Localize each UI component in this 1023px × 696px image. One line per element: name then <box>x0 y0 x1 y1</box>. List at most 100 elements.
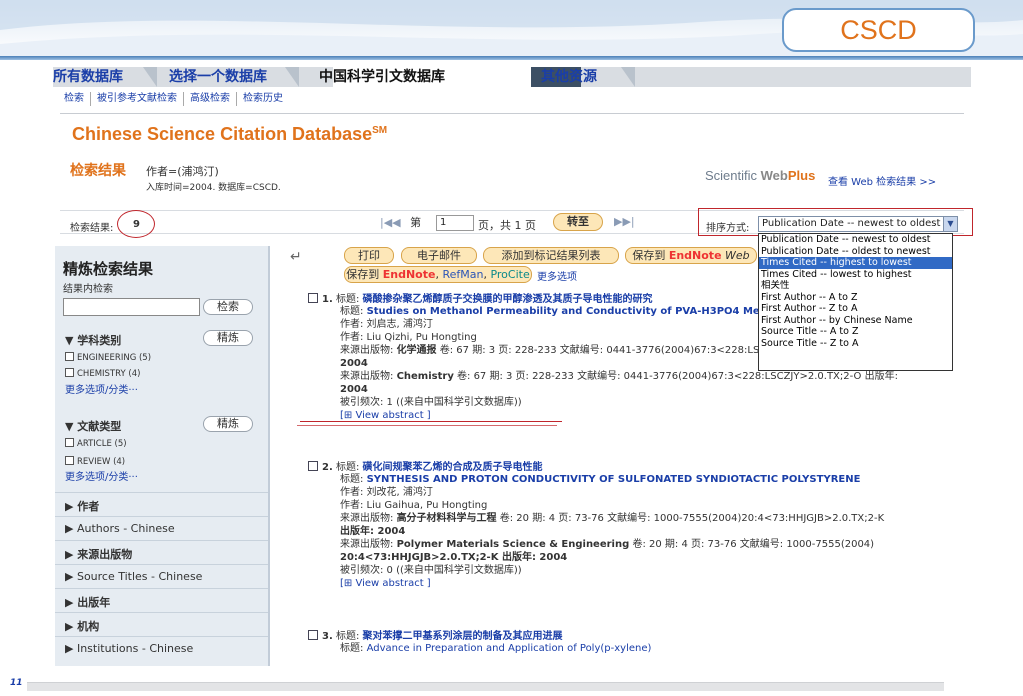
email-button[interactable]: 电子邮件 <box>401 247 477 264</box>
record-year: 出版年: 2004 <box>340 526 406 537</box>
checkbox-icon[interactable] <box>65 438 74 447</box>
first-page-icon[interactable]: |◀◀ <box>380 216 401 229</box>
tab-other-resources[interactable]: 其他资源 <box>541 67 597 87</box>
nav-separator <box>621 67 635 87</box>
nav-separator <box>285 67 299 87</box>
record-title-en[interactable]: SYNTHESIS AND PROTON CONDUCTIVITY OF SUL… <box>367 474 861 485</box>
record-checkbox[interactable] <box>308 293 318 303</box>
sidebar-item-source-titles-chinese[interactable]: ▶ Source Titles - Chinese <box>55 564 268 588</box>
sort-option[interactable]: First Author -- by Chinese Name <box>759 315 952 327</box>
checkbox-icon[interactable] <box>65 352 74 361</box>
add-to-marked-list-button[interactable]: 添加到标记结果列表 <box>483 247 619 264</box>
sort-annotation-box <box>698 208 973 236</box>
go-to-page-button[interactable]: 转至 <box>553 213 603 231</box>
results-count-label: 检索结果: <box>70 223 114 234</box>
record-authors-cn: 作者: 刘改花, 浦鸿汀 <box>340 487 433 498</box>
record-title-en[interactable]: Advance in Preparation and Application o… <box>367 643 652 654</box>
search-within-label: 结果内检索 <box>63 284 113 295</box>
sidebar-item-authors-chinese[interactable]: ▶ Authors - Chinese <box>55 516 268 540</box>
sort-option[interactable]: 相关性 <box>759 280 952 292</box>
document-type-heading[interactable]: ▼ 文献类型 <box>65 418 121 434</box>
slide-page-number: 11 <box>10 678 23 688</box>
pager: |◀◀ 第 <box>380 214 421 232</box>
checkbox-icon[interactable] <box>65 368 74 377</box>
doctype-checkbox: ARTICLE (5) <box>65 438 127 449</box>
checkbox-icon[interactable] <box>65 456 74 465</box>
horizontal-scrollbar[interactable] <box>27 682 944 691</box>
print-button[interactable]: 打印 <box>344 247 394 264</box>
service-mark: SM <box>372 125 388 136</box>
sort-option[interactable]: First Author -- A to Z <box>759 292 952 304</box>
sort-option-highlighted[interactable]: Times Cited -- highest to lowest <box>759 257 952 269</box>
subnav-advanced-search[interactable]: 高级检索 <box>183 92 236 106</box>
page-prefix: 第 <box>410 216 422 229</box>
tab-all-databases[interactable]: 所有数据库 <box>53 67 123 87</box>
record-year: 2004 <box>340 384 368 395</box>
sidebar-item-authors[interactable]: ▶ 作者 <box>55 492 268 516</box>
page-number-input[interactable]: 1 <box>436 215 474 231</box>
more-doctypes-link[interactable]: 更多选项/分类··· <box>65 468 138 483</box>
record-authors-en: 作者: Liu Qizhi, Pu Hongting <box>340 332 477 343</box>
record-title-en[interactable]: Studies on Methanol Permeability and Con… <box>367 306 803 317</box>
subnav-divider <box>60 113 964 114</box>
result-record: 2. 标题: 磺化间规聚苯乙烯的合成及质子导电性能 标题: SYNTHESIS … <box>308 461 968 621</box>
search-within-button[interactable]: 检索 <box>203 299 253 315</box>
sidebar-item-institutions[interactable]: ▶ 机构 <box>55 612 268 636</box>
subject-category-heading[interactable]: ▼ 学科类别 <box>65 332 121 348</box>
sort-option[interactable]: Times Cited -- lowest to highest <box>759 269 952 281</box>
sort-option[interactable]: Publication Date -- newest to oldest <box>759 234 952 246</box>
subnav-search[interactable]: 检索 <box>60 92 90 106</box>
search-within-input[interactable] <box>63 298 200 316</box>
page-total-text: 页，共 1 页 <box>478 219 536 232</box>
record-title-link[interactable]: 磷酸掺杂聚乙烯醇质子交换膜的甲醇渗透及其质子导电性能的研究 <box>363 294 653 305</box>
refine-sidebar: 精炼检索结果 结果内检索 检索 ▼ 学科类别 精炼 ENGINEERING (5… <box>55 246 270 666</box>
slide-divider <box>0 56 1023 60</box>
record-authors-cn: 作者: 刘启志, 浦鸿汀 <box>340 319 433 330</box>
record-checkbox[interactable] <box>308 630 318 640</box>
subject-checkbox: CHEMISTRY (4) <box>65 368 140 379</box>
results-label: 检索结果 <box>70 163 126 179</box>
more-subjects-link[interactable]: 更多选项/分类··· <box>65 381 138 396</box>
search-query: 作者=(浦鸿汀) <box>146 165 219 178</box>
subject-checkbox: ENGINEERING (5) <box>65 352 151 363</box>
record-checkbox[interactable] <box>308 461 318 471</box>
tab-cscd[interactable]: 中国科学引文数据库 <box>319 67 445 87</box>
sort-option[interactable]: Publication Date -- oldest to newest <box>759 246 952 258</box>
sub-navigation: 检索 被引参考文献检索 高级检索 检索历史 <box>60 92 289 108</box>
more-options-link[interactable]: 更多选项 <box>537 268 577 283</box>
sort-dropdown-list: Publication Date -- newest to oldest Pub… <box>758 233 953 371</box>
last-page-icon[interactable]: ▶▶| <box>614 215 635 228</box>
sort-option[interactable]: Source Title -- A to Z <box>759 326 952 338</box>
nav-separator <box>143 67 157 87</box>
cscd-badge: CSCD <box>782 8 975 52</box>
save-to-refman-button[interactable]: 保存到 EndNote, RefMan, ProCite <box>344 266 532 283</box>
scientific-webplus-logo: Scientific WebPlus <box>705 168 816 183</box>
view-abstract-link[interactable]: [⊞ View abstract ] <box>340 578 431 591</box>
result-record: 3. 标题: 聚对苯撑二甲基系列涂层的制备及其应用进展 标题: Advance … <box>308 630 968 660</box>
arrow-icon: ↵ <box>290 249 302 265</box>
top-nav-bar: 所有数据库 选择一个数据库 中国科学引文数据库 其他资源 <box>53 67 971 87</box>
refine-doctype-button[interactable]: 精炼 <box>203 416 253 432</box>
sidebar-item-source[interactable]: ▶ 来源出版物 <box>55 540 268 564</box>
record-year: 2004 <box>340 358 368 369</box>
database-title: Chinese Science Citation DatabaseSM <box>72 124 388 144</box>
save-to-endnote-web-button[interactable]: 保存到 EndNote Web <box>625 247 757 264</box>
record-times-cited: 被引频次: 1 ((来自中国科学引文数据库)) <box>340 397 522 408</box>
sort-option[interactable]: Source Title -- Z to A <box>759 338 952 350</box>
doctype-checkbox: REVIEW (4) <box>65 456 125 467</box>
view-web-results-link[interactable]: 查看 Web 检索结果 >> <box>828 173 936 188</box>
sidebar-item-year[interactable]: ▶ 出版年 <box>55 588 268 612</box>
annotation-underline <box>297 425 557 426</box>
record-title-link[interactable]: 磺化间规聚苯乙烯的合成及质子导电性能 <box>363 462 543 473</box>
tab-select-database[interactable]: 选择一个数据库 <box>169 67 267 87</box>
record-title-link[interactable]: 聚对苯撑二甲基系列涂层的制备及其应用进展 <box>363 631 563 642</box>
sidebar-item-institutions-chinese[interactable]: ▶ Institutions - Chinese <box>55 636 268 660</box>
record-times-cited: 被引频次: 0 ((来自中国科学引文数据库)) <box>340 565 522 576</box>
annotation-underline <box>300 421 562 422</box>
subnav-search-history[interactable]: 检索历史 <box>236 92 289 106</box>
record-year: 20:4<73:HHJGJB>2.0.TX;2-K 出版年: 2004 <box>340 552 568 563</box>
refine-title: 精炼检索结果 <box>63 260 154 278</box>
sort-option[interactable]: First Author -- Z to A <box>759 303 952 315</box>
refine-subject-button[interactable]: 精炼 <box>203 330 253 346</box>
subnav-cited-ref-search[interactable]: 被引参考文献检索 <box>90 92 183 106</box>
